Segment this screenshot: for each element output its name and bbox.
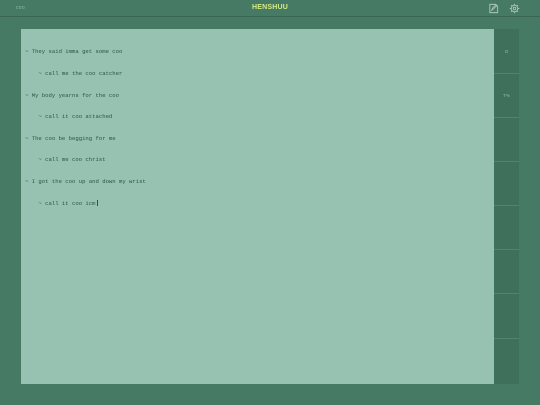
note-line: ~ call it coo attached bbox=[25, 113, 113, 121]
gear-icon[interactable] bbox=[509, 3, 520, 14]
note-line-text: ~ call it coo icm bbox=[25, 199, 96, 207]
rail-cell[interactable] bbox=[494, 162, 519, 206]
top-bar: coo HENSHUU bbox=[0, 0, 540, 17]
note-line: ~ They said imma get some coo bbox=[25, 48, 123, 56]
note-icon[interactable] bbox=[488, 3, 499, 14]
rail-cell[interactable] bbox=[494, 250, 519, 294]
note-line: ~ My body yearns for the coo bbox=[25, 91, 119, 99]
rail-cell[interactable] bbox=[494, 294, 519, 339]
text-cursor bbox=[96, 199, 98, 206]
side-rail: G T% bbox=[494, 29, 519, 384]
rail-cell[interactable] bbox=[494, 118, 519, 162]
note-line: ~ The coo be begging for me bbox=[25, 134, 116, 142]
text-editor[interactable]: ~ They said imma get some coo ~ call me … bbox=[21, 29, 494, 384]
note-text[interactable]: ~ They said imma get some coo ~ call me … bbox=[25, 34, 146, 221]
note-line: ~ I got the coo up and down my wrist bbox=[25, 177, 146, 185]
rail-cell[interactable] bbox=[494, 206, 519, 250]
note-line: ~ call me the coo catcher bbox=[25, 70, 123, 77]
note-line-last: ~ call it coo icm bbox=[25, 199, 146, 207]
rail-cell-g[interactable]: G bbox=[494, 29, 519, 74]
rail-cell[interactable] bbox=[494, 339, 519, 384]
app-title: HENSHUU bbox=[251, 4, 288, 11]
rail-cell-percent[interactable]: T% bbox=[494, 74, 519, 118]
note-line: ~ call me coo christ bbox=[25, 156, 106, 164]
